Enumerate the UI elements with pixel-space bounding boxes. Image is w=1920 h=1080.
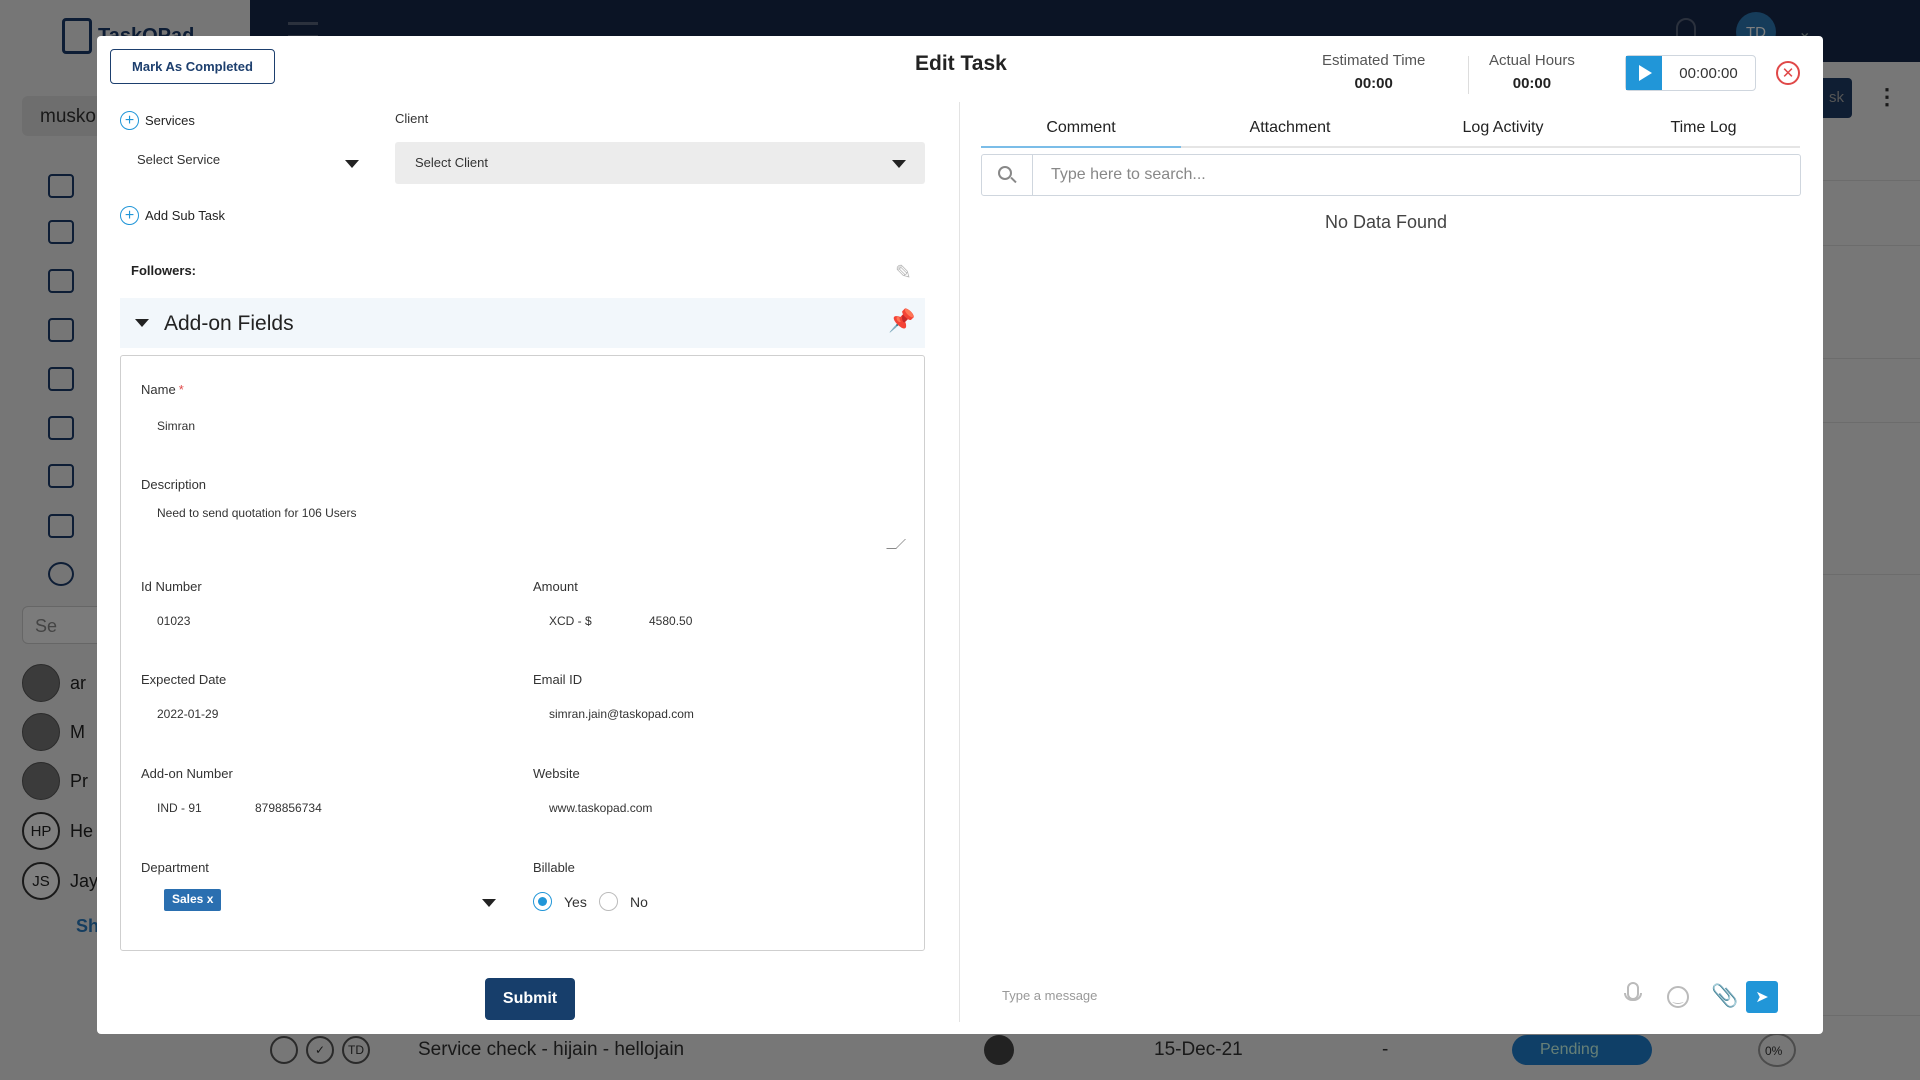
country-code-select[interactable]: IND - 91 xyxy=(157,801,202,815)
emoji-icon[interactable]: ‿ xyxy=(1667,986,1689,1008)
paperclip-icon[interactable]: 📎 xyxy=(1711,983,1738,1009)
estimated-time: Estimated Time 00:00 xyxy=(1322,52,1425,92)
edit-task-modal: Mark As Completed Edit Task Estimated Ti… xyxy=(97,36,1823,1034)
chevron-down-icon xyxy=(892,160,906,168)
name-label: Name * xyxy=(141,382,184,397)
estimated-time-value: 00:00 xyxy=(1354,75,1393,92)
id-number-field[interactable]: 01023 xyxy=(157,614,190,628)
play-icon xyxy=(1639,65,1652,81)
resize-handle-icon[interactable] xyxy=(886,539,906,549)
tab-time-log[interactable]: Time Log xyxy=(1607,110,1800,146)
plus-circle-icon: + xyxy=(120,206,139,225)
description-label: Description xyxy=(141,477,207,492)
play-button[interactable] xyxy=(1626,56,1662,90)
client-label: Client xyxy=(395,111,429,126)
message-input[interactable] xyxy=(1002,988,1482,1003)
website-field[interactable]: www.taskopad.com xyxy=(549,801,652,815)
billable-label: Billable xyxy=(533,860,575,875)
mark-as-completed-button[interactable]: Mark As Completed xyxy=(110,49,275,84)
billable-yes-label: Yes xyxy=(564,894,587,910)
empty-state-text: No Data Found xyxy=(1325,212,1448,232)
currency-select[interactable]: XCD - $ xyxy=(549,614,592,628)
service-select[interactable]: Select Service xyxy=(120,146,360,176)
billable-yes-radio[interactable] xyxy=(533,892,552,911)
divider xyxy=(959,102,960,1022)
timer-value: 00:00:00 xyxy=(1679,64,1738,82)
tab-log-activity[interactable]: Log Activity xyxy=(1399,110,1607,146)
close-icon[interactable]: ✕ xyxy=(1776,61,1800,85)
addon-number-label: Add-on Number xyxy=(141,766,233,781)
activity-tabs: Comment Attachment Log Activity Time Log xyxy=(981,110,1800,148)
tab-comment[interactable]: Comment xyxy=(981,110,1181,148)
description-field[interactable]: Need to send quotation for 106 Users xyxy=(157,506,356,520)
add-sub-task-button[interactable]: + Add Sub Task xyxy=(120,206,225,225)
chevron-down-icon xyxy=(345,160,359,168)
task-timer: 00:00:00 xyxy=(1625,55,1756,91)
modal-title: Edit Task xyxy=(915,52,1007,75)
pencil-icon[interactable]: ✎ xyxy=(895,260,917,284)
email-field[interactable]: simran.jain@taskopad.com xyxy=(549,707,694,721)
followers-label: Followers: xyxy=(131,263,197,278)
email-label: Email ID xyxy=(533,672,583,687)
client-select-value: Select Client xyxy=(415,155,488,170)
tab-attachment[interactable]: Attachment xyxy=(1181,110,1399,146)
comment-search xyxy=(981,154,1801,196)
service-select-value: Select Service xyxy=(137,152,221,167)
chevron-down-icon[interactable] xyxy=(482,899,496,907)
addon-fields-form: Name * Simran Description Need to send qu… xyxy=(120,355,925,951)
microphone-icon[interactable] xyxy=(1624,982,1642,1001)
actual-hours: Actual Hours 00:00 xyxy=(1489,52,1575,92)
add-sub-task-label: Add Sub Task xyxy=(145,208,225,223)
billable-no-radio[interactable] xyxy=(599,892,618,911)
amount-field[interactable]: 4580.50 xyxy=(649,614,692,628)
add-services-button[interactable]: + Services xyxy=(120,111,195,130)
department-label: Department xyxy=(141,860,209,875)
plus-circle-icon: + xyxy=(120,111,139,130)
expected-date-label: Expected Date xyxy=(141,672,227,687)
required-icon: * xyxy=(178,382,184,397)
id-number-label: Id Number xyxy=(141,579,202,594)
addon-fields-title: Add-on Fields xyxy=(164,312,294,335)
amount-label: Amount xyxy=(533,579,578,594)
department-chip[interactable]: Sales x xyxy=(164,889,222,911)
send-button[interactable]: ➤ xyxy=(1746,981,1778,1013)
pin-icon[interactable]: 📌 xyxy=(888,308,915,334)
billable-no-label: No xyxy=(630,894,648,910)
expected-date-field[interactable]: 2022-01-29 xyxy=(157,707,218,721)
caret-down-icon[interactable] xyxy=(135,319,149,327)
divider xyxy=(1468,56,1469,94)
addon-fields-header[interactable]: Add-on Fields 📌 xyxy=(120,298,925,348)
services-label: Services xyxy=(145,113,195,128)
website-label: Website xyxy=(533,766,580,781)
submit-button[interactable]: Submit xyxy=(485,978,575,1020)
name-field[interactable]: Simran xyxy=(157,419,195,433)
search-icon xyxy=(982,155,1033,195)
search-input[interactable] xyxy=(1033,166,1800,184)
actual-hours-label: Actual Hours xyxy=(1489,52,1575,69)
estimated-time-label: Estimated Time xyxy=(1322,52,1426,69)
client-select[interactable]: Select Client xyxy=(395,142,925,184)
addon-number-field[interactable]: 8798856734 xyxy=(255,801,322,815)
actual-hours-value: 00:00 xyxy=(1512,75,1552,92)
